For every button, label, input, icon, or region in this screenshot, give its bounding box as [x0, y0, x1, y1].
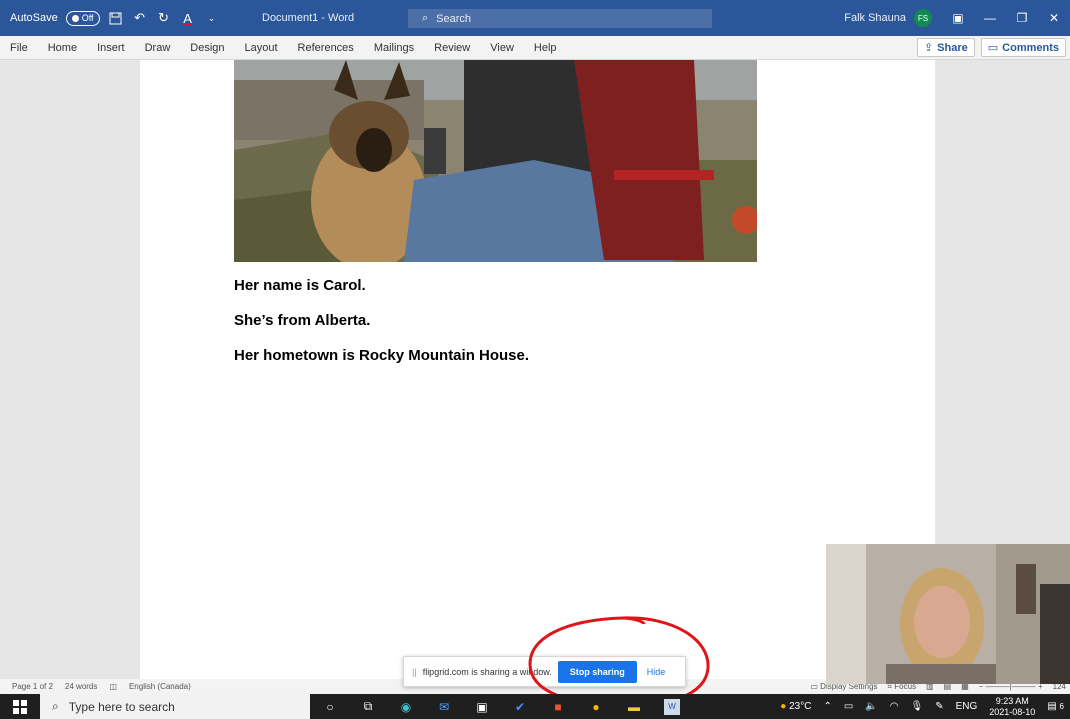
share-label: Share [937, 41, 968, 54]
word-count[interactable]: 24 words [65, 682, 97, 691]
tab-design[interactable]: Design [190, 42, 224, 54]
tab-help[interactable]: Help [534, 42, 557, 54]
redo-icon[interactable]: ↻ [156, 10, 172, 26]
photo-dog-and-person [234, 60, 757, 262]
clock-time: 9:23 AM [995, 695, 1029, 706]
toggle-knob-icon [71, 14, 79, 22]
stop-sharing-button[interactable]: Stop sharing [557, 660, 637, 683]
cortana-icon[interactable]: ○ [322, 699, 338, 715]
weather-widget[interactable]: ● 23°C [780, 701, 811, 712]
document-photo[interactable] [234, 60, 757, 262]
chrome-icon[interactable]: ● [588, 699, 604, 715]
clock-date: 2021-08-10 [989, 706, 1036, 717]
undo-icon[interactable]: ↶ [132, 10, 148, 26]
tab-home[interactable]: Home [48, 42, 77, 54]
comment-icon: ▭ [987, 42, 999, 54]
tab-review[interactable]: Review [434, 42, 470, 54]
proofing-icon[interactable]: ◫ [109, 682, 117, 691]
weather-temp: 23°C [789, 701, 812, 712]
windows-taskbar: ⌕ Type here to search ○ ⧉ ◉ ✉ ▣ ✔ ■ ● ▬ … [0, 694, 1070, 719]
share-icon: ⇪ [923, 42, 934, 54]
search-icon: ⌕ [422, 12, 429, 24]
search-placeholder: Search [436, 12, 472, 25]
taskbar-search[interactable]: ⌕ Type here to search [40, 694, 310, 719]
webcam-person-image [826, 544, 1070, 684]
user-avatar[interactable]: FS [914, 9, 932, 27]
ribbon-display-options-icon[interactable]: ▣ [942, 0, 974, 36]
file-explorer-icon[interactable]: ▬ [626, 699, 642, 715]
battery-icon[interactable]: ▭ [844, 701, 853, 712]
document-line-1[interactable]: Her name is Carol. [234, 277, 366, 294]
input-language[interactable]: ENG [956, 701, 978, 712]
autosave-label: AutoSave [10, 12, 58, 24]
word-icon[interactable]: W [664, 698, 680, 715]
wifi-icon[interactable]: ◠ [890, 701, 899, 712]
autosave-toggle[interactable]: Off [65, 10, 100, 26]
notification-count: 6 [1059, 702, 1064, 711]
sun-icon: ● [780, 701, 787, 712]
minimize-icon[interactable]: — [974, 0, 1006, 36]
tab-layout[interactable]: Layout [245, 42, 278, 54]
search-box[interactable]: ⌕ Search [408, 9, 712, 28]
hide-banner-button[interactable]: Hide [647, 667, 666, 677]
chevron-up-icon[interactable]: ⌃ [823, 701, 831, 712]
tab-view[interactable]: View [490, 42, 514, 54]
document-page[interactable]: Her name is Carol. She’s from Alberta. H… [140, 60, 935, 679]
tab-draw[interactable]: Draw [145, 42, 171, 54]
task-view-icon[interactable]: ⧉ [360, 699, 376, 715]
edge-icon[interactable]: ◉ [398, 699, 414, 715]
start-button[interactable] [0, 694, 40, 719]
language-indicator[interactable]: English (Canada) [129, 682, 191, 691]
comments-button[interactable]: ▭ Comments [980, 38, 1066, 57]
share-message: flipgrid.com is sharing a window. [422, 666, 552, 677]
tab-mailings[interactable]: Mailings [374, 42, 414, 54]
mail-icon[interactable]: ✉ [436, 699, 452, 715]
todo-icon[interactable]: ✔ [512, 699, 528, 715]
maximize-icon[interactable]: ❐ [1006, 0, 1038, 36]
font-color-icon[interactable]: A [180, 10, 196, 26]
comments-label: Comments [1002, 41, 1059, 54]
share-button[interactable]: ⇪ Share [916, 38, 975, 57]
save-icon[interactable] [108, 10, 124, 26]
windows-logo-icon [13, 699, 27, 714]
close-icon[interactable]: ✕ [1038, 0, 1070, 36]
title-bar: AutoSave Off ↶ ↻ A ⌄ Document1 - Word ⌕ … [0, 0, 1070, 36]
document-title: Document1 - Word [262, 12, 355, 24]
drag-handle-icon[interactable]: || [412, 667, 417, 677]
webcam-preview[interactable] [826, 544, 1070, 684]
page-count[interactable]: Page 1 of 2 [12, 682, 53, 691]
document-line-3[interactable]: Her hometown is Rocky Mountain House. [234, 347, 529, 364]
autosave-state: Off [81, 13, 94, 23]
ribbon-tabs: File Home Insert Draw Design Layout Refe… [0, 36, 1070, 60]
system-clock[interactable]: 9:23 AM 2021-08-10 [989, 696, 1035, 718]
user-name[interactable]: Falk Shauna [844, 12, 906, 24]
tab-file[interactable]: File [10, 42, 28, 54]
customize-toolbar-icon[interactable]: ⌄ [204, 10, 220, 26]
quick-access-toolbar: AutoSave Off ↶ ↻ A ⌄ [10, 0, 220, 36]
notification-center[interactable]: ▤ 6 [1047, 701, 1064, 712]
search-icon: ⌕ [52, 699, 59, 713]
tab-references[interactable]: References [298, 42, 354, 54]
taskbar-search-placeholder: Type here to search [68, 699, 175, 714]
notification-icon: ▤ [1047, 701, 1057, 712]
microphone-icon[interactable]: 🎙 [911, 701, 924, 712]
volume-icon[interactable]: 🔈 [865, 701, 877, 712]
screen-share-banner: || flipgrid.com is sharing a window. Sto… [403, 656, 686, 687]
store-icon[interactable]: ▣ [474, 699, 490, 715]
pen-icon[interactable]: ✎ [935, 701, 943, 712]
monitor-icon: ▭ [810, 682, 818, 691]
office-icon[interactable]: ■ [550, 699, 566, 715]
document-line-2[interactable]: She’s from Alberta. [234, 312, 370, 329]
tab-insert[interactable]: Insert [97, 42, 125, 54]
